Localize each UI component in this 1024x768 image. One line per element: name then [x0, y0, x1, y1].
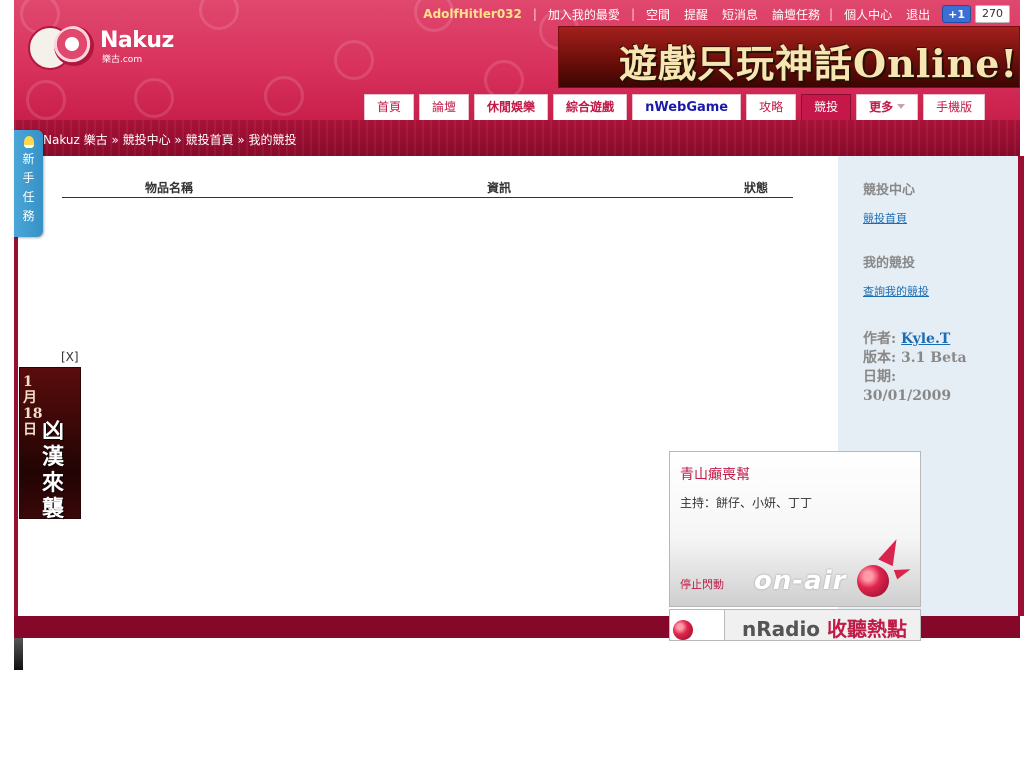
game-banner-ad[interactable]: 遊戲只玩神話Online!	[558, 26, 1020, 88]
top-user-nav: AdolfHitler032 | 加入我的最愛 | 空間 提醒 短消息 論壇任務…	[423, 5, 1010, 23]
side-ad-banner[interactable]: 1月18日 凶漢來襲	[19, 367, 81, 522]
nradio-banner[interactable]: nRadio 收聽熱點	[669, 609, 921, 641]
frame-right-border	[1018, 156, 1024, 616]
banner-text: 遊戲只玩神話Online!	[619, 41, 1019, 86]
nav-tab-more-label: 更多	[869, 100, 894, 114]
breadcrumb[interactable]: Nakuz 樂古 » 競投中心 » 競投首頁 » 我的競投	[43, 131, 297, 148]
version-text: 版本: 3.1 Beta	[863, 350, 967, 366]
nav-tab-leisure[interactable]: 休閒娛樂	[474, 94, 549, 120]
separator: |	[532, 7, 537, 21]
swirl-decoration	[264, 76, 304, 116]
date-label: 日期:	[863, 369, 897, 385]
add-favorite-link[interactable]: 加入我的最愛	[548, 6, 620, 23]
separator: |	[829, 7, 834, 21]
messages-link[interactable]: 短消息	[722, 6, 758, 23]
personal-center-link[interactable]: 個人中心	[844, 6, 892, 23]
nav-tab-guides[interactable]: 攻略	[746, 94, 797, 120]
nav-tab-home[interactable]: 首頁	[364, 94, 415, 120]
newbie-tab-char: 任	[22, 190, 35, 204]
nradio-brand: nRadio	[742, 617, 821, 641]
nav-tab-forum[interactable]: 論壇	[419, 94, 470, 120]
spark-icon	[878, 535, 904, 567]
newbie-tasks-tab[interactable]: 新 手 任 務	[14, 130, 43, 237]
sidebar-link-my-bids[interactable]: 查詢我的競投	[863, 283, 929, 299]
logo-domain: 樂古.com	[102, 55, 143, 65]
sidebar-section-title: 我的競投	[863, 256, 916, 271]
stop-flashing-link[interactable]: 停止閃動	[680, 576, 724, 592]
footer-dark-strip	[14, 638, 23, 670]
nav-tab-bidding[interactable]: 競投	[801, 94, 852, 120]
date-value: 30/01/2009	[863, 388, 952, 404]
onair-logo: on-air	[754, 566, 847, 596]
separator: |	[630, 7, 635, 21]
username-link[interactable]: AdolfHitler032	[423, 7, 522, 21]
swirl-decoration	[134, 78, 174, 118]
nradio-hot: 收聽熱點	[827, 617, 908, 641]
author-label: 作者:	[863, 331, 897, 347]
lightbulb-icon	[23, 136, 34, 148]
forum-tasks-link[interactable]: 論壇任務	[772, 6, 820, 23]
radio-ball-icon	[857, 565, 889, 597]
nav-tab-nwebgame[interactable]: nWebGame	[632, 94, 742, 120]
column-info: 資訊	[487, 181, 512, 195]
column-status: 狀態	[744, 181, 769, 195]
chevron-down-icon	[897, 104, 906, 109]
side-ad-title: 凶漢來襲	[42, 418, 65, 522]
logout-link[interactable]: 退出	[906, 6, 930, 23]
site-logo[interactable]: Nakuz 樂古.com	[28, 22, 174, 72]
bids-table-header: 物品名稱 資訊 狀態	[62, 179, 793, 198]
reminder-link[interactable]: 提醒	[684, 6, 708, 23]
newbie-tab-char: 務	[22, 209, 35, 223]
spark-icon	[893, 564, 913, 580]
nradio-logo-icon	[670, 610, 725, 640]
space-link[interactable]: 空間	[646, 6, 670, 23]
program-title: 青山癲喪幫	[680, 467, 750, 483]
sidebar-section-title: 競投中心	[863, 183, 916, 198]
main-nav: 首頁 論壇 休閒娛樂 綜合遊戲 nWebGame 攻略 競投 更多 手機版	[364, 94, 990, 120]
logo-ring-icon	[54, 26, 94, 66]
swirl-decoration	[199, 0, 239, 30]
close-ad-button[interactable]: [X]	[61, 350, 79, 364]
author-link[interactable]: Kyle.T	[901, 331, 950, 347]
nradio-label: nRadio 收聽熱點	[742, 613, 908, 641]
newbie-tab-char: 手	[22, 171, 35, 185]
logo-brand: Nakuz	[100, 28, 174, 53]
newbie-tab-char: 新	[22, 152, 35, 166]
column-item-name: 物品名稱	[145, 181, 194, 195]
plugin-info: 作者: Kyle.T 版本: 3.1 Beta 日期: 30/01/2009	[863, 330, 967, 406]
swirl-decoration	[26, 80, 66, 120]
nav-tab-games[interactable]: 綜合遊戲	[553, 94, 628, 120]
nav-tab-mobile[interactable]: 手機版	[923, 94, 986, 120]
google-plus-one-button[interactable]: +1	[942, 5, 971, 23]
side-ad-date: 1月18日	[23, 374, 43, 438]
radio-onair-popup[interactable]: 青山癲喪幫 主持：餅仔、小妍、丁丁 停止閃動 on-air	[669, 451, 921, 607]
plus-one-count: 270	[975, 5, 1010, 23]
sidebar-link-bidding-home[interactable]: 競投首頁	[863, 210, 907, 226]
swirl-decoration	[334, 40, 374, 80]
program-hosts: 主持：餅仔、小妍、丁丁	[680, 496, 813, 510]
nav-tab-more[interactable]: 更多	[856, 94, 919, 120]
